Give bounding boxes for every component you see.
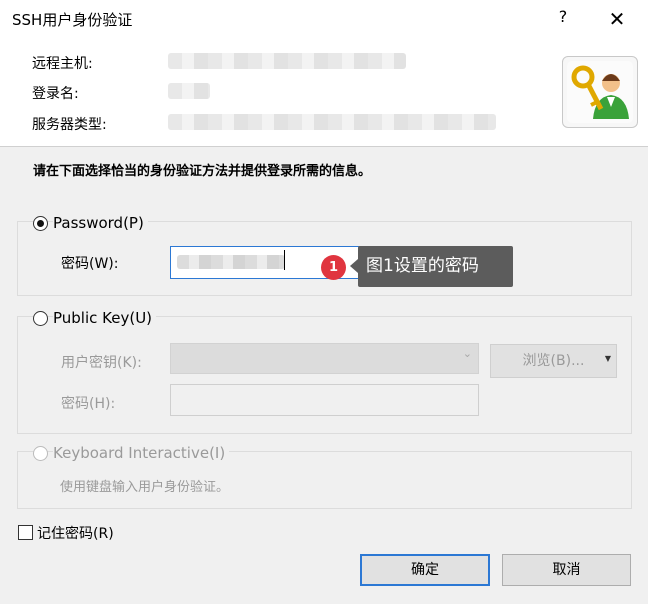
close-button[interactable]: ✕ [602, 7, 632, 31]
key-user-icon [562, 56, 638, 128]
instruction-text: 请在下面选择恰当的身份验证方法并提供登录所需的信息。 [33, 164, 372, 179]
keyboard-interactive-label[interactable]: Keyboard Interactive(I) [53, 444, 230, 462]
dropdown-arrow-icon: ▼ [604, 354, 611, 363]
ok-button[interactable]: 确定 [360, 554, 490, 586]
password-radio-label[interactable]: Password(P) [53, 214, 148, 232]
user-key-label: 用户密钥(K): [61, 355, 142, 371]
user-key-select[interactable]: ⌄ [170, 343, 479, 374]
login-name-label: 登录名: [32, 86, 79, 102]
browse-button[interactable]: 浏览(B)... ▼ [490, 344, 617, 378]
window-title: SSH用户身份验证 [12, 11, 133, 29]
browse-button-label: 浏览(B)... [522, 353, 585, 369]
public-key-radio[interactable] [33, 311, 48, 326]
passphrase-label: 密码(H): [61, 396, 116, 412]
title-bar: SSH用户身份验证 ? ✕ [0, 0, 648, 38]
cancel-button[interactable]: 取消 [502, 554, 631, 586]
chevron-down-icon: ⌄ [462, 347, 472, 360]
server-type-label: 服务器类型: [32, 117, 107, 133]
annotation-callout: 图1设置的密码 [350, 246, 513, 287]
annotation-badge: 1 [321, 255, 346, 280]
password-value-redacted [177, 255, 285, 269]
login-name-value-redacted [168, 83, 210, 99]
password-radio[interactable] [33, 216, 48, 231]
keyboard-interactive-description: 使用键盘输入用户身份验证。 [60, 480, 230, 495]
connection-info-panel: 远程主机: 登录名: 服务器类型: [0, 38, 648, 147]
password-field-label: 密码(W): [61, 256, 119, 272]
text-caret [284, 250, 285, 270]
passphrase-input[interactable] [170, 384, 479, 416]
help-button[interactable]: ? [553, 7, 573, 31]
remote-host-value-redacted [168, 53, 406, 69]
remote-host-label: 远程主机: [32, 56, 93, 72]
public-key-radio-label[interactable]: Public Key(U) [53, 309, 157, 327]
keyboard-interactive-radio[interactable] [33, 446, 48, 461]
server-type-value-redacted [168, 114, 496, 130]
remember-password-checkbox[interactable] [18, 525, 33, 540]
remember-password-label[interactable]: 记住密码(R) [37, 523, 114, 543]
